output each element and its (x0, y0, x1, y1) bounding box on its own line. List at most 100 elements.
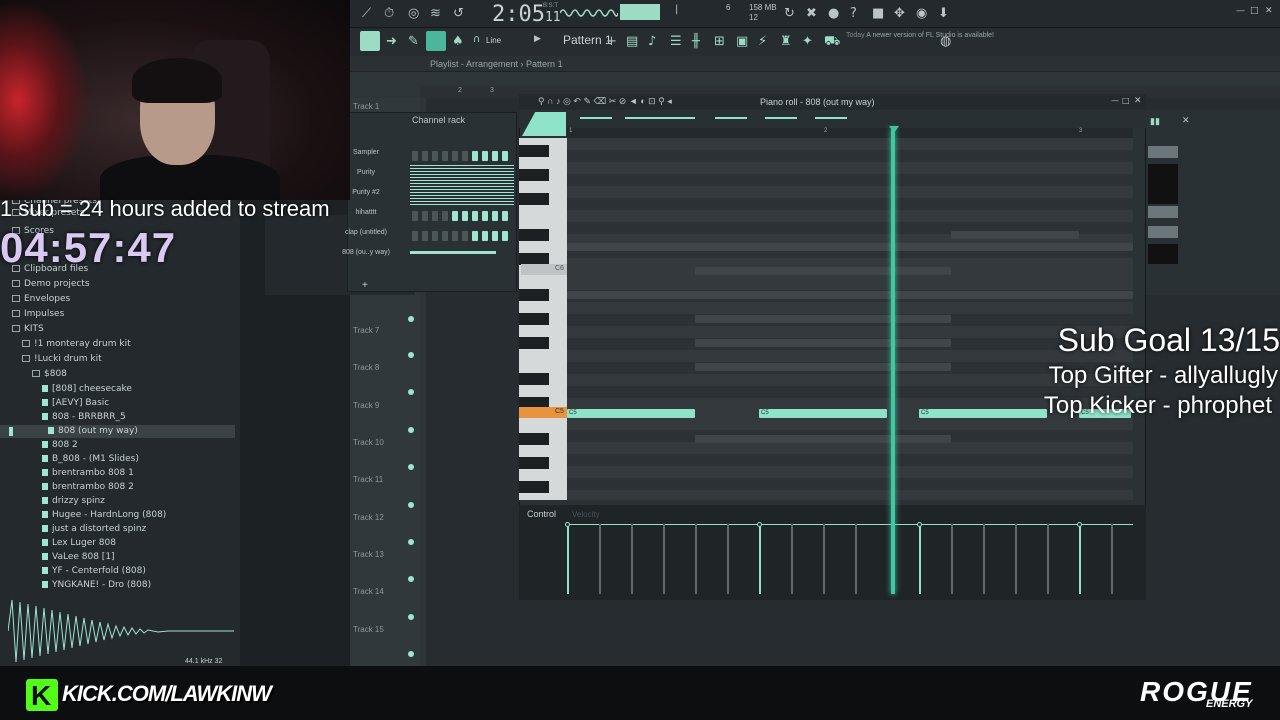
velocity-handle[interactable] (917, 522, 922, 527)
track-label[interactable]: Track 9 (353, 401, 379, 410)
velocity-bar[interactable] (919, 524, 921, 594)
step-button[interactable] (422, 231, 428, 241)
track-label[interactable]: Track 14 (353, 587, 384, 596)
step-edit-icon[interactable]: ≋ (430, 6, 441, 21)
track-mute-led[interactable] (408, 316, 414, 322)
step-button[interactable] (452, 211, 458, 221)
black-key[interactable] (519, 289, 549, 301)
snap-select[interactable]: Line (486, 36, 501, 45)
velocity-bar[interactable] (1047, 524, 1049, 594)
channel-settings-icon[interactable]: ⊞ (714, 34, 725, 49)
track-mute-led[interactable] (408, 651, 414, 657)
track-mute-led[interactable] (408, 576, 414, 582)
track-label[interactable]: Track 12 (353, 513, 384, 522)
browser-folder[interactable]: $808 (32, 369, 67, 379)
download-icon[interactable]: ⬇ (938, 6, 949, 21)
piano-roll-preview[interactable] (410, 251, 496, 254)
wait-record-icon[interactable]: ⏱ (384, 6, 394, 21)
channel-button[interactable]: hihatttt (341, 209, 391, 216)
browser-folder[interactable]: Demo projects (12, 279, 90, 289)
step-button[interactable] (432, 151, 438, 161)
browser-file[interactable]: YF - Centerfold (808) (42, 566, 146, 576)
browser-file[interactable]: [808] cheesecake (42, 384, 132, 394)
track-label[interactable]: Track 13 (353, 550, 384, 559)
velocity-handle[interactable] (565, 522, 570, 527)
browser-file[interactable]: just a distorted spinz (42, 524, 146, 534)
globe-icon[interactable]: ◍ (940, 34, 951, 49)
mic-icon[interactable]: ● (828, 6, 839, 21)
step-button[interactable] (412, 211, 418, 221)
piano-roll-preview[interactable] (410, 189, 514, 207)
browser-file[interactable]: drizzy spinz (42, 496, 105, 506)
help-icon[interactable]: ? (850, 6, 857, 21)
minimize-icon[interactable]: — (1236, 6, 1245, 16)
step-button[interactable] (452, 231, 458, 241)
track-label[interactable]: Track 8 (353, 363, 379, 372)
velocity-bar[interactable] (567, 524, 569, 594)
step-button[interactable] (462, 211, 468, 221)
play-mode-icon[interactable]: ▶ (534, 34, 541, 44)
channel-button[interactable]: clap (untitled) (338, 229, 394, 236)
loop-record-icon[interactable]: ↺ (453, 6, 464, 21)
breadcrumb-pattern[interactable]: Pattern 1 (526, 59, 563, 69)
step-button[interactable] (432, 211, 438, 221)
channel-rack-icon[interactable]: ☰ (670, 34, 682, 49)
close-icon[interactable]: ✕ (1134, 96, 1142, 106)
browser-file[interactable]: 808 - BRRBRR_5 (42, 412, 126, 422)
news-panel[interactable]: Today A newer version of FL Studio is av… (846, 31, 994, 41)
step-button[interactable] (502, 231, 508, 241)
mic-mute-icon[interactable]: ✖ (806, 6, 817, 21)
black-key[interactable] (519, 481, 549, 493)
browser-file[interactable]: Hugee - HardnLong (808) (42, 510, 166, 520)
event-editor[interactable] (519, 505, 1146, 600)
countdown-icon[interactable]: ◎ (408, 6, 419, 21)
magnet-icon[interactable]: ∩ (473, 34, 480, 45)
black-key[interactable] (519, 145, 549, 157)
black-key[interactable] (519, 169, 549, 181)
step-button[interactable] (442, 231, 448, 241)
track-mute-led[interactable] (408, 427, 414, 433)
track-mute-led[interactable] (408, 539, 414, 545)
piano-roll-icon[interactable]: ♪ (648, 34, 656, 49)
step-button[interactable] (472, 231, 478, 241)
track-label[interactable]: Track 1 (353, 102, 379, 111)
close-icon[interactable]: ✕ (1182, 115, 1190, 126)
velocity-bar[interactable] (1111, 524, 1113, 594)
browser-file[interactable]: [AEVY] Basic (42, 398, 109, 408)
channel-rack-title[interactable]: Channel rack (412, 115, 465, 125)
step-button[interactable] (472, 211, 478, 221)
piano-roll-ruler[interactable]: 1 2 3 (567, 128, 1133, 138)
control-label[interactable]: Control (527, 509, 556, 519)
note[interactable]: C5 (919, 409, 1047, 418)
step-button[interactable] (482, 231, 488, 241)
step-button[interactable] (492, 231, 498, 241)
black-key[interactable] (519, 193, 549, 205)
maximize-icon[interactable]: □ (1250, 6, 1259, 16)
black-key[interactable] (519, 433, 549, 445)
project-info-icon[interactable]: ✦ (802, 34, 813, 49)
browser-file[interactable]: Lex Luger 808 (42, 538, 116, 548)
black-key[interactable] (519, 313, 549, 325)
velocity-bar[interactable] (759, 524, 761, 594)
note[interactable]: C5 (759, 409, 887, 418)
step-button[interactable] (482, 151, 488, 161)
track-mute-led[interactable] (408, 502, 414, 508)
track-mute-led[interactable] (408, 352, 414, 358)
step-button[interactable] (442, 211, 448, 221)
velocity-bar[interactable] (823, 524, 825, 594)
plugin-db-icon[interactable]: ⚡ (758, 34, 767, 49)
step-button[interactable] (502, 211, 508, 221)
browser-folder[interactable]: KITS (12, 324, 44, 334)
black-key[interactable] (519, 229, 549, 241)
browser-file[interactable]: brentrambo 808 1 (42, 468, 134, 478)
velocity-bar[interactable] (983, 524, 985, 594)
sample-waveform[interactable] (8, 598, 234, 664)
track-mute-led[interactable] (408, 464, 414, 470)
step-button[interactable] (442, 151, 448, 161)
track-mute-led[interactable] (408, 614, 414, 620)
add-pattern-icon[interactable]: + (606, 34, 617, 49)
browser-file[interactable]: 808 2 (42, 440, 78, 450)
step-button[interactable] (422, 211, 428, 221)
step-button[interactable] (422, 151, 428, 161)
step-button[interactable] (412, 231, 418, 241)
